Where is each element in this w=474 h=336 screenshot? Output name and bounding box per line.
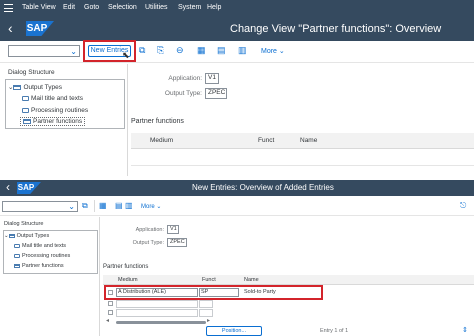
tree-item-processing-routines-2[interactable]: Processing routines xyxy=(14,253,70,259)
application-value-2: V1 xyxy=(167,225,179,234)
column-name[interactable]: Name xyxy=(300,137,317,144)
display-change-icon[interactable]: ⧉ xyxy=(82,202,88,210)
scroll-right-icon[interactable]: ▸ xyxy=(207,318,210,324)
column-funct-2[interactable]: Funct xyxy=(202,277,216,283)
copy-icon[interactable]: ⎘ xyxy=(157,46,164,55)
tree-item-output-types-2[interactable]: ⌄ Output Types xyxy=(4,233,49,239)
dialog-structure-heading: Dialog Structure xyxy=(8,69,55,76)
row-select-checkbox[interactable] xyxy=(108,301,113,306)
column-medium-2[interactable]: Medium xyxy=(118,277,138,283)
chevron-down-icon: ⌄ xyxy=(70,47,77,56)
menu-selection[interactable]: Selection xyxy=(108,4,137,11)
column-name-2[interactable]: Name xyxy=(244,277,259,283)
display-change-icon[interactable]: ⧉ xyxy=(139,46,145,55)
command-field[interactable]: ⌄ xyxy=(8,45,80,57)
menu-edit[interactable]: Edit xyxy=(63,4,75,11)
column-funct[interactable]: Funct xyxy=(258,137,274,144)
select-block-icon[interactable]: ▤ xyxy=(217,46,226,55)
folder-icon xyxy=(22,95,29,101)
sap-logo: SAP xyxy=(26,21,54,36)
back-icon[interactable]: ‹ xyxy=(8,21,13,35)
tree-item-partner-functions[interactable]: Partner functions xyxy=(20,117,86,126)
position-button[interactable]: Position... xyxy=(206,326,262,336)
more-button-2[interactable]: More ⌄ xyxy=(141,203,161,210)
page-title-2: New Entries: Overview of Added Entries xyxy=(192,183,334,192)
more-button[interactable]: More ⌄ xyxy=(261,47,285,55)
command-field-2[interactable]: ⌄ xyxy=(2,201,78,212)
menu-icon[interactable] xyxy=(4,4,13,12)
column-medium[interactable]: Medium xyxy=(150,137,173,144)
page-title: Change View "Partner functions": Overvie… xyxy=(230,23,442,35)
tree-item-mail-title[interactable]: Mail title and texts xyxy=(22,95,83,102)
medium-input[interactable] xyxy=(116,300,198,308)
application-label: Application: xyxy=(168,75,202,82)
deselect-all-icon[interactable]: ▥ xyxy=(238,46,247,55)
folder-open-icon xyxy=(14,263,20,268)
menu-system[interactable]: System xyxy=(178,4,201,11)
select-all-icon[interactable]: ▦ xyxy=(99,202,107,210)
folder-open-icon xyxy=(8,233,15,238)
partner-functions-title-2: Partner functions xyxy=(103,264,149,270)
select-block-icon[interactable]: ▤ xyxy=(115,202,123,210)
medium-input[interactable] xyxy=(116,309,198,317)
output-type-value-2: ZPEC xyxy=(167,238,187,247)
sap-logo: SAP xyxy=(17,182,41,194)
entry-counter: Entry 1 of 1 xyxy=(320,328,349,334)
cursor-icon: ⬉ xyxy=(122,50,130,60)
partner-functions-title: Partner functions xyxy=(131,118,184,125)
folder-icon xyxy=(14,253,20,258)
table-row-divider xyxy=(131,165,474,166)
folder-icon xyxy=(22,107,29,113)
dialog-structure-heading-2: Dialog Structure xyxy=(4,221,44,227)
funct-input[interactable] xyxy=(199,300,213,308)
row-select-checkbox[interactable] xyxy=(108,310,113,315)
folder-open-icon xyxy=(23,118,31,124)
tree-item-partner-functions-2[interactable]: Partner functions xyxy=(14,263,64,269)
highlight-box-2 xyxy=(104,285,323,300)
exit-icon[interactable]: ⎋ xyxy=(460,202,466,210)
output-type-value: ZPEC xyxy=(205,88,227,99)
application-value: V1 xyxy=(205,73,219,84)
menu-bar: Table View Edit Goto Selection Utilities… xyxy=(0,0,474,17)
menu-utilities[interactable]: Utilities xyxy=(145,4,168,11)
scroll-icon[interactable]: ⇕ xyxy=(462,327,468,334)
tree-item-processing-routines[interactable]: Processing routines xyxy=(22,107,88,114)
toolbar-separator xyxy=(94,200,95,212)
output-type-label-2: Output Type: xyxy=(132,240,164,246)
tree-item-mail-title-2[interactable]: Mail title and texts xyxy=(14,243,66,249)
menu-goto[interactable]: Goto xyxy=(84,4,99,11)
output-type-label: Output Type: xyxy=(164,90,202,97)
funct-input[interactable] xyxy=(199,309,213,317)
table-header-2 xyxy=(103,275,474,285)
folder-open-icon xyxy=(13,84,22,90)
application-label-2: Application: xyxy=(135,227,164,233)
chevron-down-icon: ⌄ xyxy=(68,202,75,211)
deselect-all-icon[interactable]: ▥ xyxy=(125,202,133,210)
delete-icon[interactable]: ⊖ xyxy=(176,46,184,55)
folder-icon xyxy=(14,243,20,248)
menu-help[interactable]: Help xyxy=(207,4,221,11)
select-all-icon[interactable]: ▦ xyxy=(197,46,206,55)
menu-table-view[interactable]: Table View xyxy=(22,4,56,11)
horizontal-scrollbar[interactable] xyxy=(116,321,206,324)
scroll-left-icon[interactable]: ◂ xyxy=(106,318,109,324)
tree-item-output-types[interactable]: ⌄ Output Types xyxy=(8,83,62,91)
back-icon[interactable]: ‹ xyxy=(6,181,10,193)
